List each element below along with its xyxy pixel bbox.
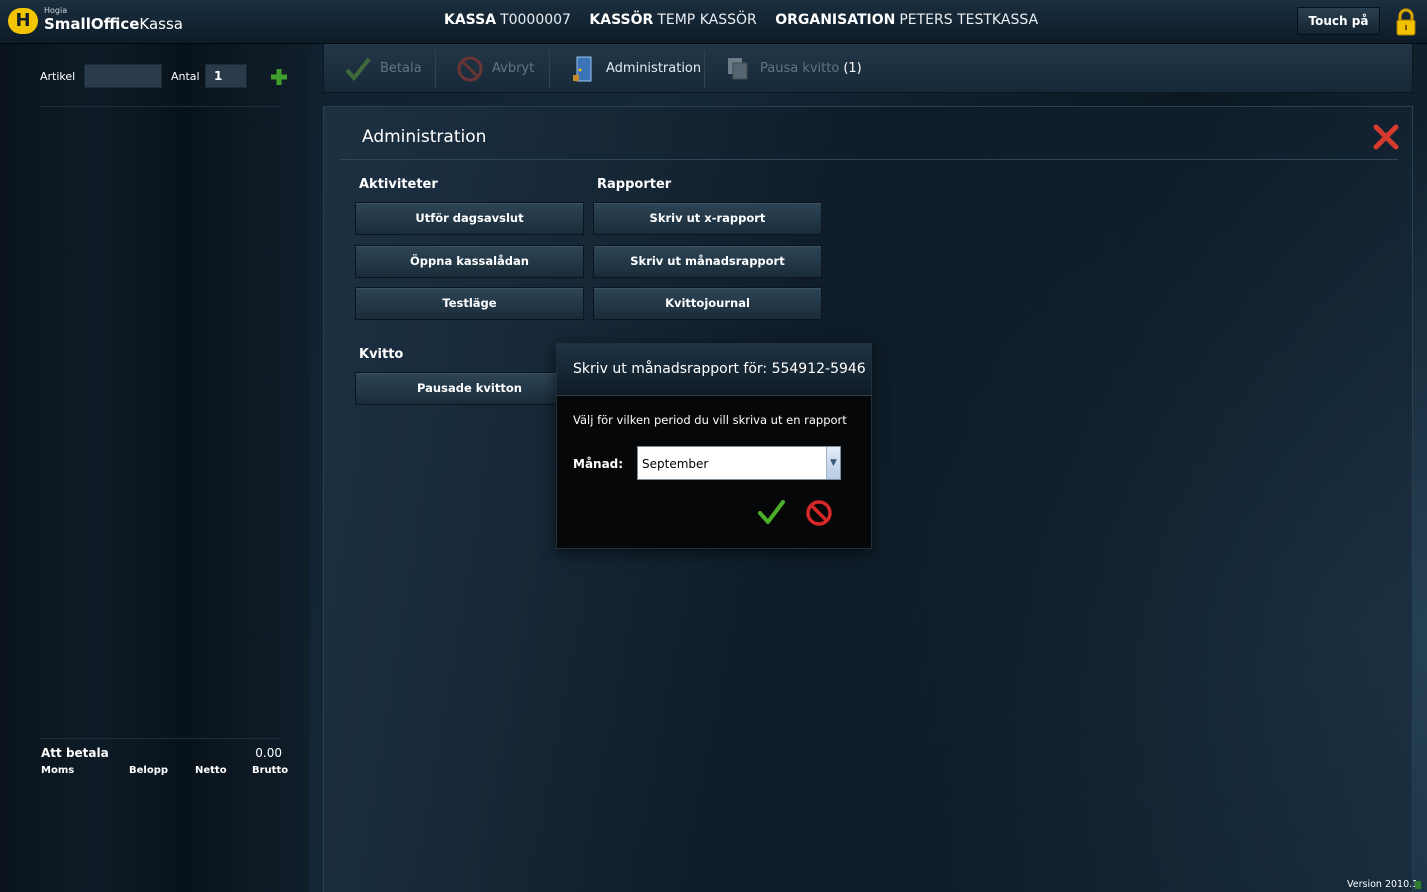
- check-icon: [344, 55, 372, 83]
- antal-input[interactable]: 1: [205, 64, 247, 88]
- testlage-button[interactable]: Testläge: [355, 287, 584, 320]
- brand-bold: SmallOffice: [44, 15, 140, 33]
- kassor-label: KASSÖR: [589, 12, 654, 28]
- brand-light: Kassa: [139, 15, 183, 33]
- dialog-description: Välj för vilken period du vill skriva ut…: [573, 413, 847, 427]
- kassa-label: KASSA: [444, 12, 497, 28]
- cancel-icon[interactable]: [805, 499, 833, 527]
- page-title: Administration: [362, 127, 487, 147]
- touch-toggle-button[interactable]: Touch på: [1297, 7, 1380, 35]
- kvitto-title: Kvitto: [359, 347, 404, 362]
- avbryt-label: Avbryt: [492, 61, 535, 76]
- antal-label: Antal: [171, 70, 200, 83]
- summary-col-belopp: Belopp: [129, 765, 169, 776]
- toolbar-separator: [549, 50, 550, 88]
- kassor-value: TEMP KASSÖR: [657, 12, 757, 28]
- monthly-report-dialog: Skriv ut månadsrapport för: 554912-5946 …: [556, 343, 872, 549]
- summary-col-netto: Netto: [195, 765, 227, 776]
- divider: [340, 159, 1398, 160]
- pausa-kvitto-button[interactable]: Pausa kvitto (1): [724, 44, 862, 93]
- betala-button[interactable]: Betala: [344, 44, 422, 93]
- close-icon[interactable]: [1372, 123, 1400, 151]
- org-value: PETERS TESTKASSA: [899, 12, 1039, 28]
- admin-door-icon: [570, 55, 598, 83]
- month-label: Månad:: [573, 457, 624, 471]
- att-betala-value: 0.00: [255, 746, 282, 760]
- divider: [40, 106, 282, 107]
- toolbar: Betala Avbryt Administration Pausa kvitt…: [323, 44, 1413, 93]
- artikel-input[interactable]: [84, 64, 162, 88]
- x-report-button[interactable]: Skriv ut x-rapport: [593, 202, 822, 235]
- brand-small: Hogia: [44, 6, 68, 15]
- dagsavslut-button[interactable]: Utför dagsavslut: [355, 202, 584, 235]
- month-value: September: [642, 457, 709, 471]
- org-label: ORGANISATION: [775, 12, 896, 28]
- version-label: Version 2010.1: [1347, 879, 1419, 890]
- summary-col-moms: Moms: [41, 765, 75, 776]
- status-indicator: [1415, 881, 1421, 889]
- toolbar-separator: [435, 50, 436, 88]
- administration-label: Administration: [606, 61, 702, 76]
- betala-label: Betala: [380, 61, 422, 76]
- confirm-check-icon[interactable]: [757, 498, 785, 526]
- top-bar: H Hogia SmallOfficeKassa KASSA T0000007 K…: [0, 0, 1427, 44]
- lock-icon[interactable]: [1395, 8, 1417, 36]
- cancel-icon: [456, 55, 484, 83]
- summary-col-brutto: Brutto: [252, 765, 289, 776]
- aktiviteter-title: Aktiviteter: [359, 177, 438, 192]
- toolbar-separator: [704, 50, 705, 88]
- rapporter-title: Rapporter: [597, 177, 672, 192]
- open-drawer-button[interactable]: Öppna kassalådan: [355, 245, 584, 278]
- brand-name: SmallOfficeKassa: [44, 15, 183, 33]
- att-betala-label: Att betala: [41, 746, 109, 760]
- month-select[interactable]: September ▼: [637, 446, 841, 480]
- receipt-journal-button[interactable]: Kvittojournal: [593, 287, 822, 320]
- dialog-header: Skriv ut månadsrapport för: 554912-5946: [557, 344, 871, 396]
- avbryt-button[interactable]: Avbryt: [456, 44, 534, 93]
- dialog-title: Skriv ut månadsrapport för: 554912-5946: [573, 361, 866, 377]
- artikel-label: Artikel: [40, 70, 76, 83]
- hogia-logo-icon: H: [8, 8, 38, 34]
- monthly-report-button[interactable]: Skriv ut månadsrapport: [593, 245, 822, 278]
- paused-receipts-button[interactable]: Pausade kvitton: [355, 372, 584, 405]
- pause-receipt-icon: [724, 55, 752, 83]
- pausa-label: Pausa kvitto: [760, 61, 840, 76]
- app-logo: H Hogia SmallOfficeKassa: [8, 6, 183, 38]
- session-info: KASSA T0000007 KASSÖR TEMP KASSÖR ORGANISA…: [444, 12, 1052, 28]
- kassa-value: T0000007: [500, 12, 571, 28]
- pausa-count: (1): [843, 61, 862, 76]
- divider: [40, 738, 282, 739]
- add-article-icon[interactable]: [270, 68, 288, 86]
- chevron-down-icon[interactable]: ▼: [826, 447, 840, 479]
- administration-button[interactable]: Administration: [570, 44, 701, 93]
